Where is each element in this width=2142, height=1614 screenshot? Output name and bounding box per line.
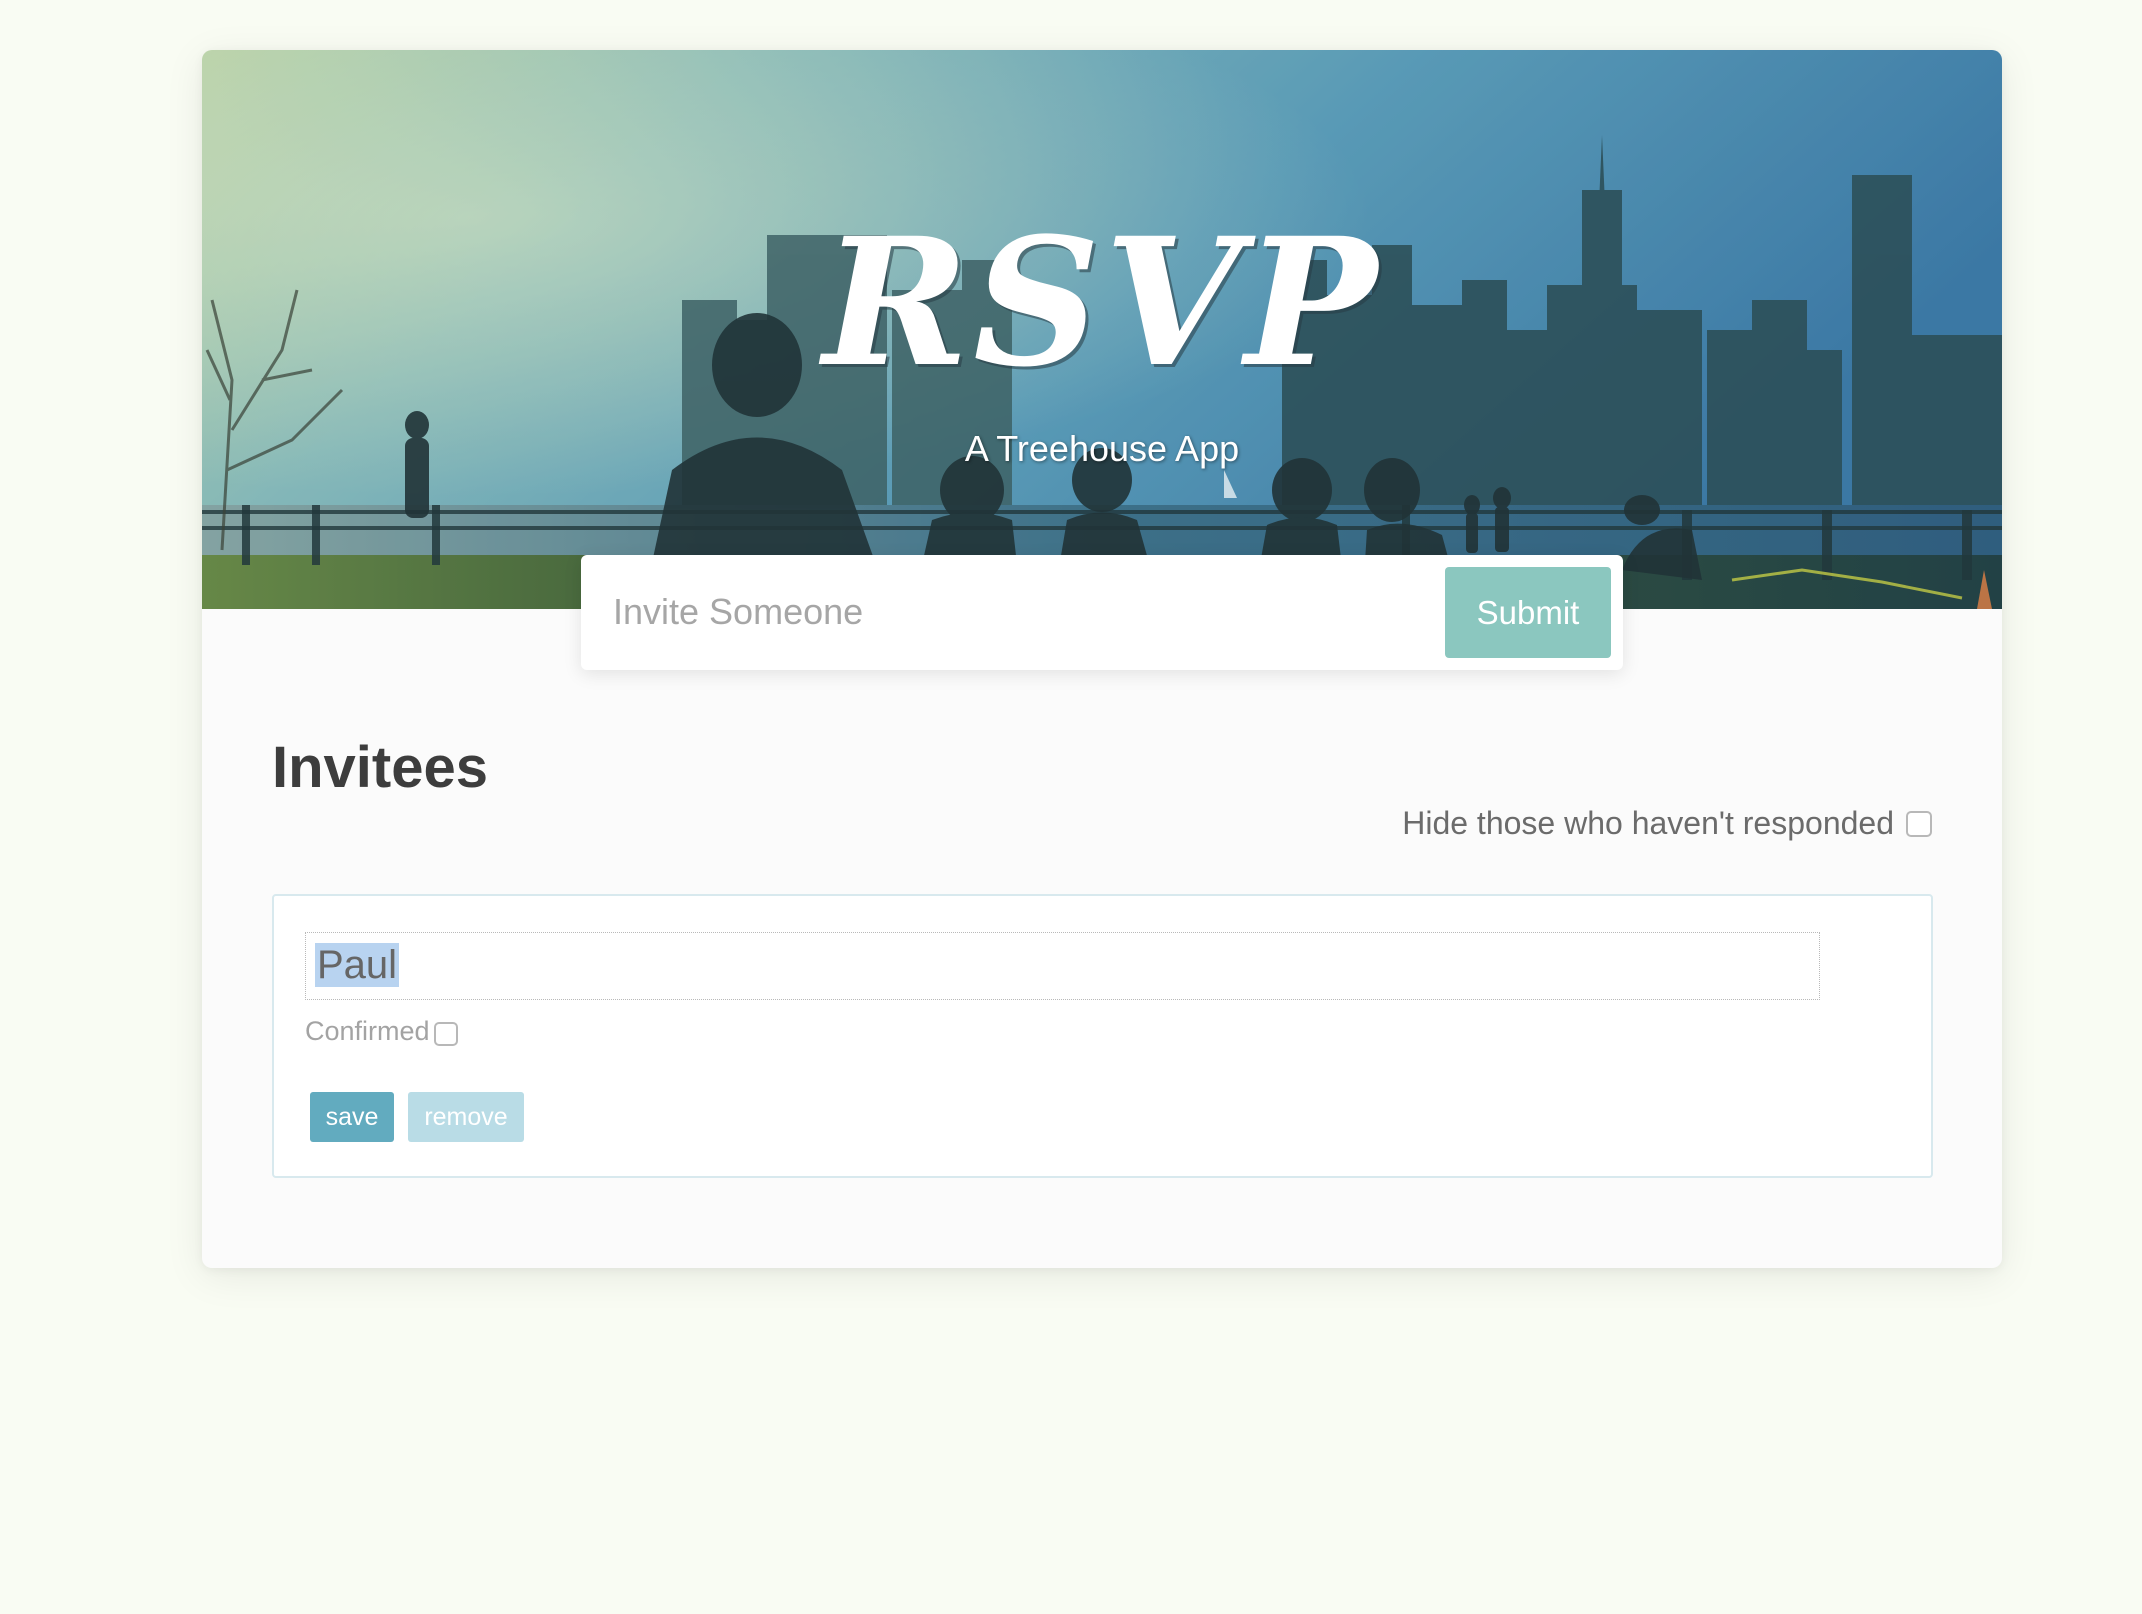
remove-button[interactable]: remove [408, 1092, 524, 1142]
save-button[interactable]: save [310, 1092, 394, 1142]
confirmed-control[interactable]: Confirmed [305, 1016, 458, 1047]
hide-unresponded-filter[interactable]: Hide those who haven't responded [1402, 805, 1932, 842]
submit-button[interactable]: Submit [1445, 567, 1611, 658]
app-title: RSVP [822, 199, 1382, 406]
app-card: RSVP A Treehouse App Submit Invitees Hid… [202, 50, 2002, 1268]
invitee-card: Paul Confirmed save remove [272, 894, 1933, 1178]
invite-input[interactable] [593, 567, 1413, 657]
filter-label: Hide those who haven't responded [1402, 805, 1894, 841]
confirmed-checkbox[interactable] [433, 1021, 458, 1046]
header-banner: RSVP A Treehouse App [202, 50, 2002, 609]
confirmed-label: Confirmed [305, 1016, 430, 1046]
invite-form: Submit [581, 555, 1623, 670]
hide-unresponded-checkbox[interactable] [1906, 810, 1932, 837]
invitee-actions: save remove [310, 1092, 524, 1142]
invitee-name-field[interactable]: Paul [305, 932, 1820, 1000]
app-subtitle: A Treehouse App [964, 428, 1240, 469]
invitee-name[interactable]: Paul [315, 943, 400, 987]
invitees-heading: Invitees [272, 735, 488, 800]
